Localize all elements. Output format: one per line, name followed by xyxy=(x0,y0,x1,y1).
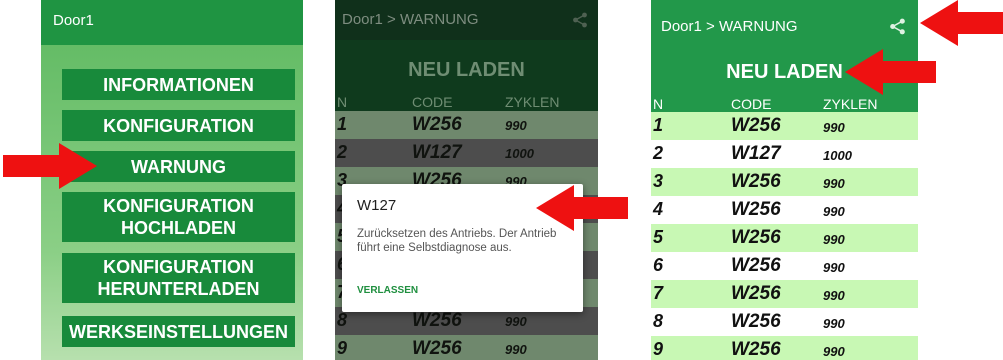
menu-label: WERKSEINSTELLUNGEN xyxy=(68,321,288,342)
row-number: 1 xyxy=(653,115,664,135)
table-row[interactable]: 6 W256 990 xyxy=(651,252,918,280)
row-cycles: 990 xyxy=(823,260,845,275)
column-header-n: N xyxy=(337,94,348,110)
menu-label: HERUNTERLADEN xyxy=(97,279,260,299)
row-code: W256 xyxy=(731,311,781,332)
row-number: 2 xyxy=(337,142,348,162)
warning-dialog-screen: Door1 > WARNUNG NEU LADEN N CODE ZYKLEN … xyxy=(335,0,598,360)
table-row[interactable]: 2 W127 1000 xyxy=(335,139,598,167)
menu-label: INFORMATIONEN xyxy=(103,74,254,95)
red-arrow-pointer xyxy=(3,143,97,189)
row-code: W256 xyxy=(731,199,781,220)
reload-button[interactable]: NEU LADEN xyxy=(335,59,598,82)
table-row[interactable]: 5 W256 990 xyxy=(651,224,918,252)
row-code: W256 xyxy=(731,115,781,136)
app-title: Door1 > WARNUNG xyxy=(661,18,798,35)
column-header-cycles: ZYKLEN xyxy=(505,94,560,110)
row-cycles: 990 xyxy=(505,314,527,329)
table-row[interactable]: 1 W256 990 xyxy=(651,112,918,140)
row-number: 8 xyxy=(337,310,348,330)
row-code: W256 xyxy=(412,114,462,135)
row-number: 9 xyxy=(337,338,348,358)
table-row[interactable]: 2 W127 1000 xyxy=(651,140,918,168)
row-cycles: 990 xyxy=(823,176,845,191)
row-code: W256 xyxy=(731,339,781,360)
column-header-n: N xyxy=(653,96,664,112)
row-cycles: 990 xyxy=(505,118,527,133)
row-cycles: 990 xyxy=(823,232,845,247)
row-number: 9 xyxy=(653,339,664,359)
menu-label: KONFIGURATION xyxy=(103,196,254,216)
share-icon[interactable] xyxy=(572,12,588,28)
row-code: W256 xyxy=(412,310,462,331)
menu-label: KONFIGURATION xyxy=(103,257,254,277)
konfiguration-button[interactable]: KONFIGURATION xyxy=(62,110,295,141)
share-icon[interactable] xyxy=(889,18,906,35)
row-number: 4 xyxy=(653,199,664,219)
row-cycles: 990 xyxy=(505,342,527,357)
menu-label: KONFIGURATION xyxy=(103,115,254,136)
konfiguration-herunterladen-button[interactable]: KONFIGURATION HERUNTERLADEN xyxy=(62,253,295,303)
row-code: W256 xyxy=(731,255,781,276)
row-cycles: 990 xyxy=(823,120,845,135)
table-row[interactable]: 8 W256 990 xyxy=(651,308,918,336)
menu-label: WARNUNG xyxy=(131,156,226,177)
werkseinstellungen-button[interactable]: WERKSEINSTELLUNGEN xyxy=(62,316,295,347)
row-code: W256 xyxy=(731,227,781,248)
row-cycles: 990 xyxy=(823,316,845,331)
table-row[interactable]: 7 W256 990 xyxy=(651,280,918,308)
row-number: 3 xyxy=(653,171,664,191)
row-cycles: 990 xyxy=(823,204,845,219)
column-header-code: CODE xyxy=(412,94,453,110)
table-row[interactable]: 9 W256 990 xyxy=(335,335,598,360)
row-code: W256 xyxy=(731,171,781,192)
app-bar: Door1 > WARNUNG xyxy=(335,0,598,40)
row-cycles: 990 xyxy=(823,344,845,359)
row-number: 5 xyxy=(653,227,664,247)
app-title: Door1 xyxy=(53,12,94,29)
table-row[interactable]: 1 W256 990 xyxy=(335,111,598,139)
row-number: 8 xyxy=(653,311,664,331)
row-cycles: 1000 xyxy=(505,146,534,161)
dialog-close-button[interactable]: VERLASSEN xyxy=(357,285,418,296)
table-row[interactable]: 3 W256 990 xyxy=(651,168,918,196)
table-row[interactable]: 9 W256 990 xyxy=(651,336,918,360)
row-code: W256 xyxy=(731,283,781,304)
row-code: W127 xyxy=(412,142,462,163)
row-cycles: 990 xyxy=(823,288,845,303)
row-cycles: 1000 xyxy=(823,148,852,163)
menu-label: HOCHLADEN xyxy=(121,218,236,238)
red-arrow-pointer xyxy=(536,185,628,231)
table-row[interactable]: 4 W256 990 xyxy=(651,196,918,224)
red-arrow-pointer xyxy=(845,49,936,95)
konfiguration-hochladen-button[interactable]: KONFIGURATION HOCHLADEN xyxy=(62,192,295,242)
app-title: Door1 > WARNUNG xyxy=(342,11,479,28)
column-header-code: CODE xyxy=(731,96,772,112)
row-number: 1 xyxy=(337,114,348,134)
row-code: W256 xyxy=(412,338,462,359)
row-number: 6 xyxy=(653,255,664,275)
column-header-cycles: ZYKLEN xyxy=(823,96,878,112)
informationen-button[interactable]: INFORMATIONEN xyxy=(62,69,295,100)
row-number: 7 xyxy=(653,283,664,303)
row-number: 2 xyxy=(653,143,664,163)
app-bar: Door1 xyxy=(41,0,303,45)
row-code: W127 xyxy=(731,143,781,164)
red-arrow-pointer xyxy=(920,0,1003,46)
